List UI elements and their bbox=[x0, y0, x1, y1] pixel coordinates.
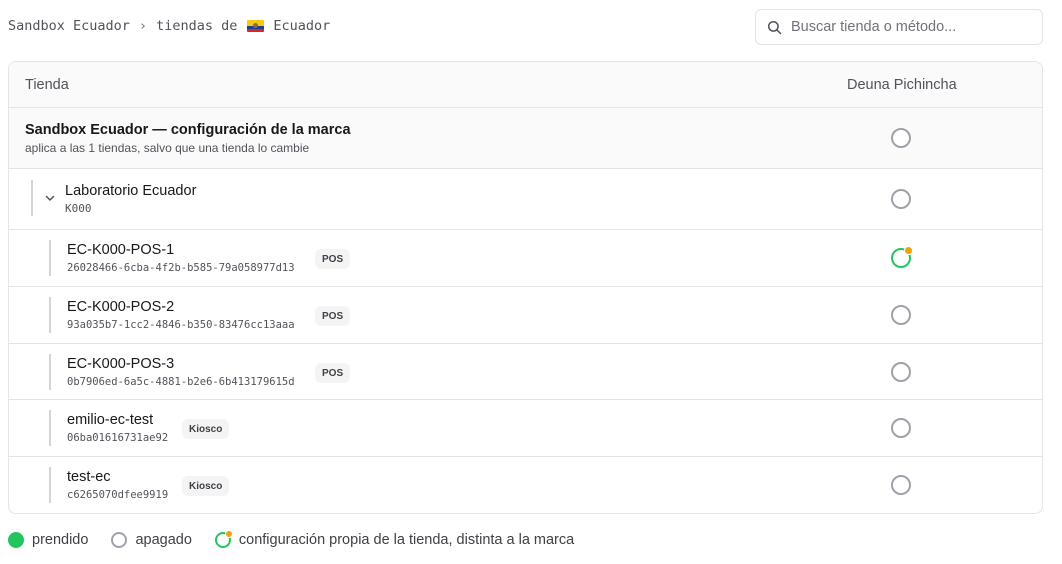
store-method-toggle[interactable] bbox=[891, 246, 913, 268]
breadcrumb-country: Ecuador bbox=[273, 18, 331, 34]
store-name: EC-K000-POS-2 bbox=[67, 299, 175, 315]
table-header: Tienda Deuna Pichincha bbox=[9, 62, 1042, 108]
store-id: c6265070dfee9919 bbox=[67, 489, 169, 501]
ecuador-flag-icon bbox=[247, 20, 265, 32]
breadcrumb: Sandbox Ecuador › tiendas de Ecuador bbox=[8, 18, 330, 34]
top-bar: Sandbox Ecuador › tiendas de Ecuador bbox=[0, 0, 1062, 56]
store-name: test-ec bbox=[67, 469, 111, 485]
store-method-toggle[interactable] bbox=[891, 418, 911, 438]
search-box[interactable] bbox=[755, 9, 1043, 45]
legend-on-swatch bbox=[8, 532, 24, 548]
search-icon bbox=[767, 20, 782, 34]
store-row: EC-K000-POS-1 26028466-6cba-4f2b-b585-79… bbox=[9, 230, 1042, 287]
store-id: 0b7906ed-6a5c-4881-b2e6-6b413179615d bbox=[67, 376, 295, 388]
store-name: EC-K000-POS-1 bbox=[67, 242, 175, 258]
brand-method-toggle[interactable] bbox=[891, 128, 911, 148]
store-type-badge: POS bbox=[315, 249, 351, 269]
tree-line bbox=[49, 297, 51, 333]
brand-config-row: Sandbox Ecuador — configuración de la ma… bbox=[9, 108, 1042, 169]
store-name: emilio-ec-test bbox=[67, 412, 154, 428]
breadcrumb-root[interactable]: Sandbox Ecuador bbox=[8, 18, 130, 34]
legend-off-label: apagado bbox=[135, 532, 192, 548]
tree-line bbox=[31, 180, 33, 216]
store-method-toggle[interactable] bbox=[891, 362, 911, 382]
store-group-code: K000 bbox=[65, 202, 92, 215]
search-input[interactable] bbox=[791, 19, 1031, 35]
store-row: test-ec c6265070dfee9919 Kiosco bbox=[9, 457, 1042, 513]
store-group-name: Laboratorio Ecuador bbox=[65, 183, 197, 199]
store-method-toggle[interactable] bbox=[891, 475, 911, 495]
store-name: EC-K000-POS-3 bbox=[67, 356, 175, 372]
legend-custom-label: configuración propia de la tienda, disti… bbox=[238, 532, 575, 548]
stores-table: Tienda Deuna Pichincha Sandbox Ecuador —… bbox=[8, 61, 1043, 514]
store-type-badge: POS bbox=[315, 306, 351, 326]
store-id: 06ba01616731ae92 bbox=[67, 432, 169, 444]
tree-line bbox=[49, 240, 51, 276]
store-type-badge: Kiosco bbox=[182, 476, 230, 496]
store-id: 93a035b7-1cc2-4846-b350-83476cc13aaa bbox=[67, 319, 295, 331]
brand-config-title: Sandbox Ecuador — configuración de la ma… bbox=[25, 122, 351, 138]
store-method-toggle[interactable] bbox=[891, 305, 911, 325]
brand-config-subtitle: aplica a las 1 tiendas, salvo que una ti… bbox=[25, 141, 310, 155]
tree-line bbox=[49, 354, 51, 390]
column-header-deuna-pichincha: Deuna Pichincha bbox=[847, 77, 957, 93]
store-type-badge: Kiosco bbox=[182, 419, 230, 439]
store-type-badge: POS bbox=[315, 363, 351, 383]
status-legend: prendido apagado configuración propia de… bbox=[8, 530, 575, 549]
tree-line bbox=[49, 410, 51, 446]
tree-line bbox=[49, 467, 51, 503]
column-header-store: Tienda bbox=[25, 77, 69, 93]
chevron-down-icon[interactable] bbox=[44, 192, 56, 204]
store-id: 26028466-6cba-4f2b-b585-79a058977d13 bbox=[67, 262, 295, 274]
store-row: emilio-ec-test 06ba01616731ae92 Kiosco bbox=[9, 400, 1042, 457]
breadcrumb-separator: › bbox=[138, 18, 148, 34]
store-group-row[interactable]: Laboratorio Ecuador K000 bbox=[9, 169, 1042, 230]
group-method-toggle[interactable] bbox=[891, 189, 911, 209]
store-row: EC-K000-POS-2 93a035b7-1cc2-4846-b350-83… bbox=[9, 287, 1042, 344]
breadcrumb-current-prefix: tiendas de bbox=[156, 18, 238, 34]
legend-on-label: prendido bbox=[32, 532, 89, 548]
legend-off-swatch bbox=[111, 532, 128, 548]
legend-custom-swatch bbox=[214, 530, 233, 548]
store-row: EC-K000-POS-3 0b7906ed-6a5c-4881-b2e6-6b… bbox=[9, 344, 1042, 400]
